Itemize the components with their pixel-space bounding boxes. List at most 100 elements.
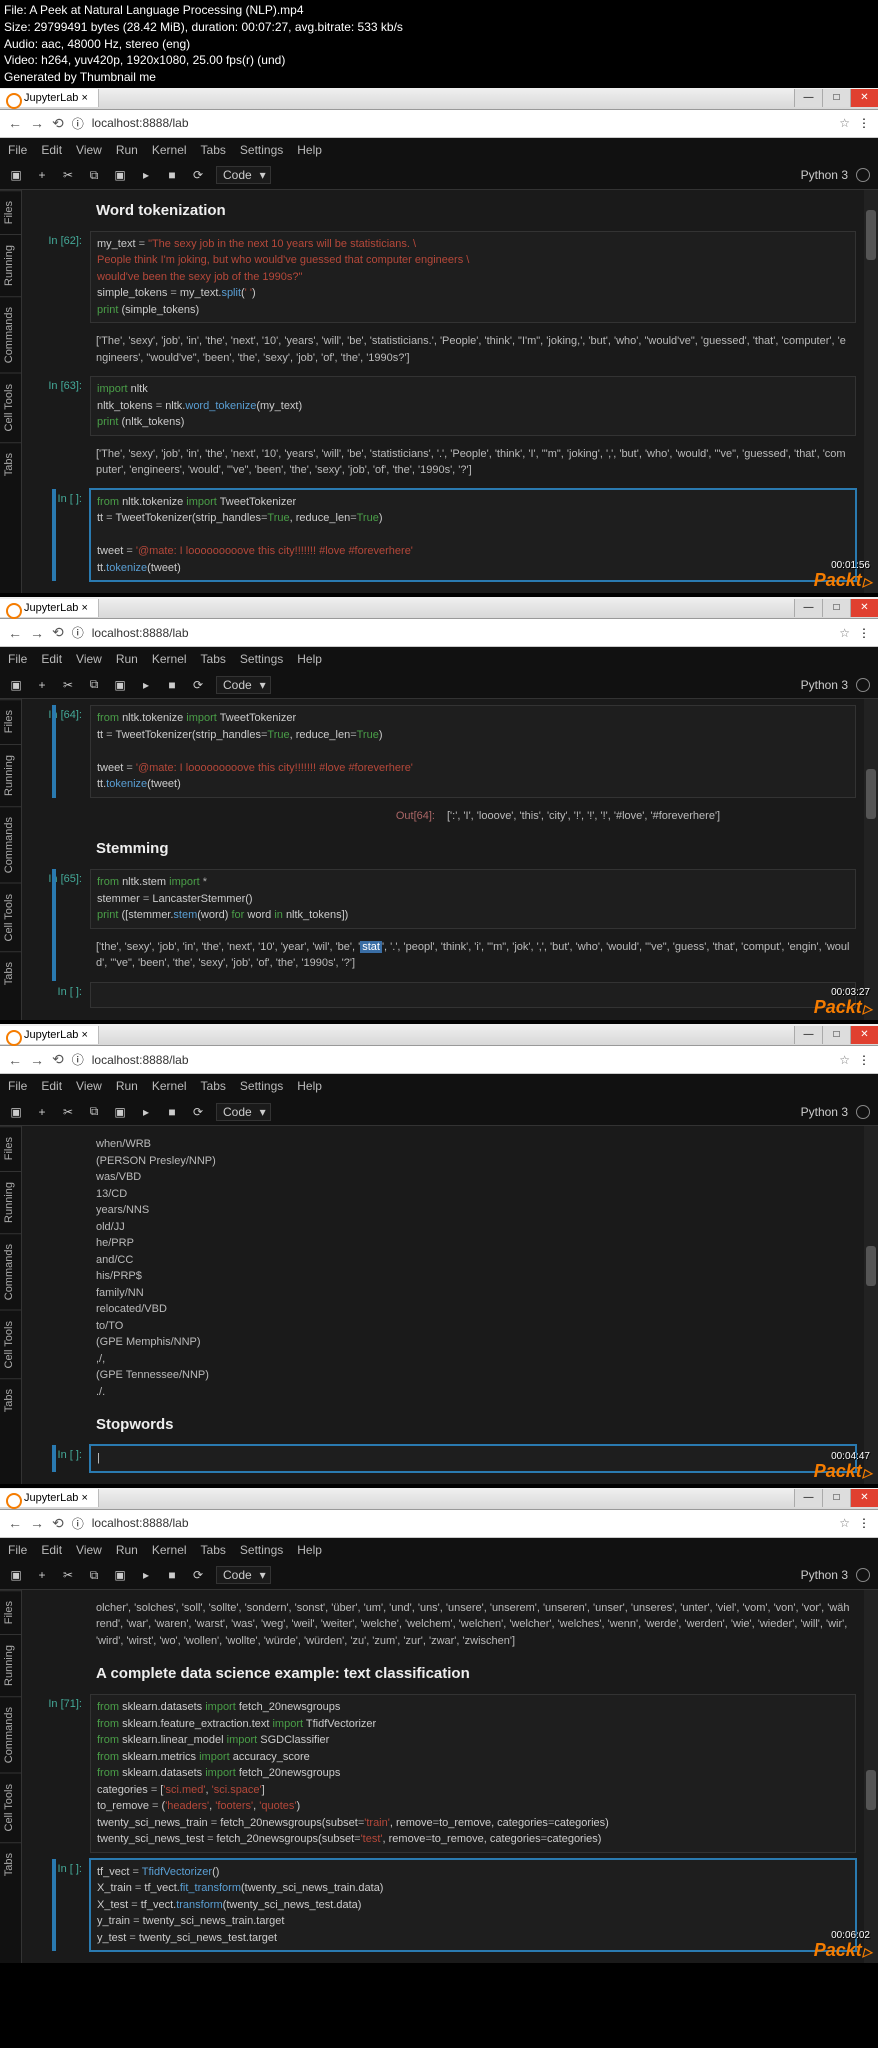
cut-icon[interactable]: ✂ xyxy=(60,678,76,692)
star-icon[interactable]: ☆ xyxy=(839,1516,850,1530)
menu-kernel[interactable]: Kernel xyxy=(152,143,187,157)
minimize-button[interactable]: — xyxy=(794,89,822,107)
maximize-button[interactable]: □ xyxy=(822,599,850,617)
kernel-name[interactable]: Python 3 xyxy=(801,1568,848,1582)
close-icon[interactable]: × xyxy=(82,1492,88,1504)
paste-icon[interactable]: ▣ xyxy=(112,168,128,182)
close-icon[interactable]: × xyxy=(82,1029,88,1041)
forward-icon[interactable]: → xyxy=(30,115,44,131)
stop-icon[interactable]: ■ xyxy=(164,1105,180,1119)
menu-run[interactable]: Run xyxy=(116,143,138,157)
url-text[interactable]: localhost:8888/lab xyxy=(92,1516,831,1530)
forward-icon[interactable]: → xyxy=(30,625,44,641)
menu-edit[interactable]: Edit xyxy=(41,143,62,157)
url-text[interactable]: localhost:8888/lab xyxy=(92,626,831,640)
close-icon[interactable]: × xyxy=(82,92,88,104)
code-cell-active[interactable]: tf_vect = TfidfVectorizer() X_train = tf… xyxy=(90,1859,856,1952)
menu-settings[interactable]: Settings xyxy=(240,143,283,157)
reload-icon[interactable]: ⟲ xyxy=(52,115,64,132)
copy-icon[interactable]: ⧉ xyxy=(86,168,102,183)
cut-icon[interactable]: ✂ xyxy=(60,1105,76,1119)
paste-icon[interactable]: ▣ xyxy=(112,1105,128,1119)
stop-icon[interactable]: ■ xyxy=(164,1568,180,1582)
star-icon[interactable]: ☆ xyxy=(839,626,850,640)
browser-tab[interactable]: JupyterLab × xyxy=(0,89,99,107)
info-icon[interactable]: ⓘ xyxy=(72,1051,84,1068)
tab-files[interactable]: Files xyxy=(0,190,21,234)
info-icon[interactable]: ⓘ xyxy=(72,1515,84,1532)
tab-commands[interactable]: Commands xyxy=(0,296,21,373)
back-icon[interactable]: ← xyxy=(8,1052,22,1068)
add-cell-icon[interactable]: + xyxy=(34,1105,50,1119)
restart-icon[interactable]: ⟳ xyxy=(190,678,206,692)
code-cell-active[interactable]: | xyxy=(90,1445,856,1472)
code-cell[interactable]: from nltk.tokenize import TweetTokenizer… xyxy=(90,705,856,798)
run-icon[interactable]: ▸ xyxy=(138,1105,154,1119)
minimize-button[interactable]: — xyxy=(794,599,822,617)
add-cell-icon[interactable]: + xyxy=(34,1568,50,1582)
scrollbar[interactable] xyxy=(864,1590,878,1964)
restart-icon[interactable]: ⟳ xyxy=(190,1568,206,1582)
paste-icon[interactable]: ▣ xyxy=(112,678,128,692)
copy-icon[interactable]: ⧉ xyxy=(86,677,102,692)
menu-help[interactable]: Help xyxy=(297,143,322,157)
close-icon[interactable]: × xyxy=(82,602,88,614)
forward-icon[interactable]: → xyxy=(30,1515,44,1531)
code-cell[interactable]: from nltk.stem import * stemmer = Lancas… xyxy=(90,869,856,929)
browser-tab[interactable]: JupyterLab × xyxy=(0,1489,99,1507)
run-icon[interactable]: ▸ xyxy=(138,678,154,692)
browser-tab[interactable]: JupyterLab × xyxy=(0,599,99,617)
code-cell[interactable] xyxy=(90,982,856,1009)
stop-icon[interactable]: ■ xyxy=(164,168,180,182)
cut-icon[interactable]: ✂ xyxy=(60,1568,76,1582)
save-icon[interactable]: ▣ xyxy=(8,1568,24,1582)
tab-running[interactable]: Running xyxy=(0,234,21,296)
browser-tab[interactable]: JupyterLab × xyxy=(0,1026,99,1044)
menu-file[interactable]: File xyxy=(8,143,27,157)
forward-icon[interactable]: → xyxy=(30,1052,44,1068)
close-button[interactable]: ✕ xyxy=(850,1026,878,1044)
back-icon[interactable]: ← xyxy=(8,1515,22,1531)
add-cell-icon[interactable]: + xyxy=(34,168,50,182)
info-icon[interactable]: ⓘ xyxy=(72,624,84,641)
copy-icon[interactable]: ⧉ xyxy=(86,1568,102,1583)
stop-icon[interactable]: ■ xyxy=(164,678,180,692)
close-button[interactable]: ✕ xyxy=(850,1489,878,1507)
code-cell[interactable]: import nltk nltk_tokens = nltk.word_toke… xyxy=(90,376,856,436)
star-icon[interactable]: ☆ xyxy=(839,116,850,130)
code-cell[interactable]: my_text = "The sexy job in the next 10 y… xyxy=(90,231,856,324)
run-icon[interactable]: ▸ xyxy=(138,1568,154,1582)
tab-celltools[interactable]: Cell Tools xyxy=(0,373,21,442)
cell-type-select[interactable]: Code xyxy=(216,1103,271,1121)
minimize-button[interactable]: — xyxy=(794,1026,822,1044)
menu-icon[interactable]: ⋮ xyxy=(858,626,870,640)
cell-type-select[interactable]: Code xyxy=(216,676,271,694)
copy-icon[interactable]: ⧉ xyxy=(86,1104,102,1119)
scrollbar[interactable] xyxy=(864,699,878,1020)
star-icon[interactable]: ☆ xyxy=(839,1053,850,1067)
save-icon[interactable]: ▣ xyxy=(8,1105,24,1119)
code-cell[interactable]: from sklearn.datasets import fetch_20new… xyxy=(90,1694,856,1853)
menu-view[interactable]: View xyxy=(76,143,102,157)
paste-icon[interactable]: ▣ xyxy=(112,1568,128,1582)
kernel-name[interactable]: Python 3 xyxy=(801,168,848,182)
scrollbar[interactable] xyxy=(864,1126,878,1484)
maximize-button[interactable]: □ xyxy=(822,1026,850,1044)
menu-tabs[interactable]: Tabs xyxy=(201,143,226,157)
menu-icon[interactable]: ⋮ xyxy=(858,1516,870,1530)
back-icon[interactable]: ← xyxy=(8,625,22,641)
close-button[interactable]: ✕ xyxy=(850,599,878,617)
add-cell-icon[interactable]: + xyxy=(34,678,50,692)
reload-icon[interactable]: ⟲ xyxy=(52,1051,64,1068)
cell-type-select[interactable]: Code xyxy=(216,166,271,184)
url-text[interactable]: localhost:8888/lab xyxy=(92,1053,831,1067)
reload-icon[interactable]: ⟲ xyxy=(52,1515,64,1532)
info-icon[interactable]: ⓘ xyxy=(72,115,84,132)
scrollbar[interactable] xyxy=(864,190,878,594)
kernel-name[interactable]: Python 3 xyxy=(801,1105,848,1119)
minimize-button[interactable]: — xyxy=(794,1489,822,1507)
maximize-button[interactable]: □ xyxy=(822,89,850,107)
reload-icon[interactable]: ⟲ xyxy=(52,624,64,641)
maximize-button[interactable]: □ xyxy=(822,1489,850,1507)
code-cell-active[interactable]: from nltk.tokenize import TweetTokenizer… xyxy=(90,489,856,582)
